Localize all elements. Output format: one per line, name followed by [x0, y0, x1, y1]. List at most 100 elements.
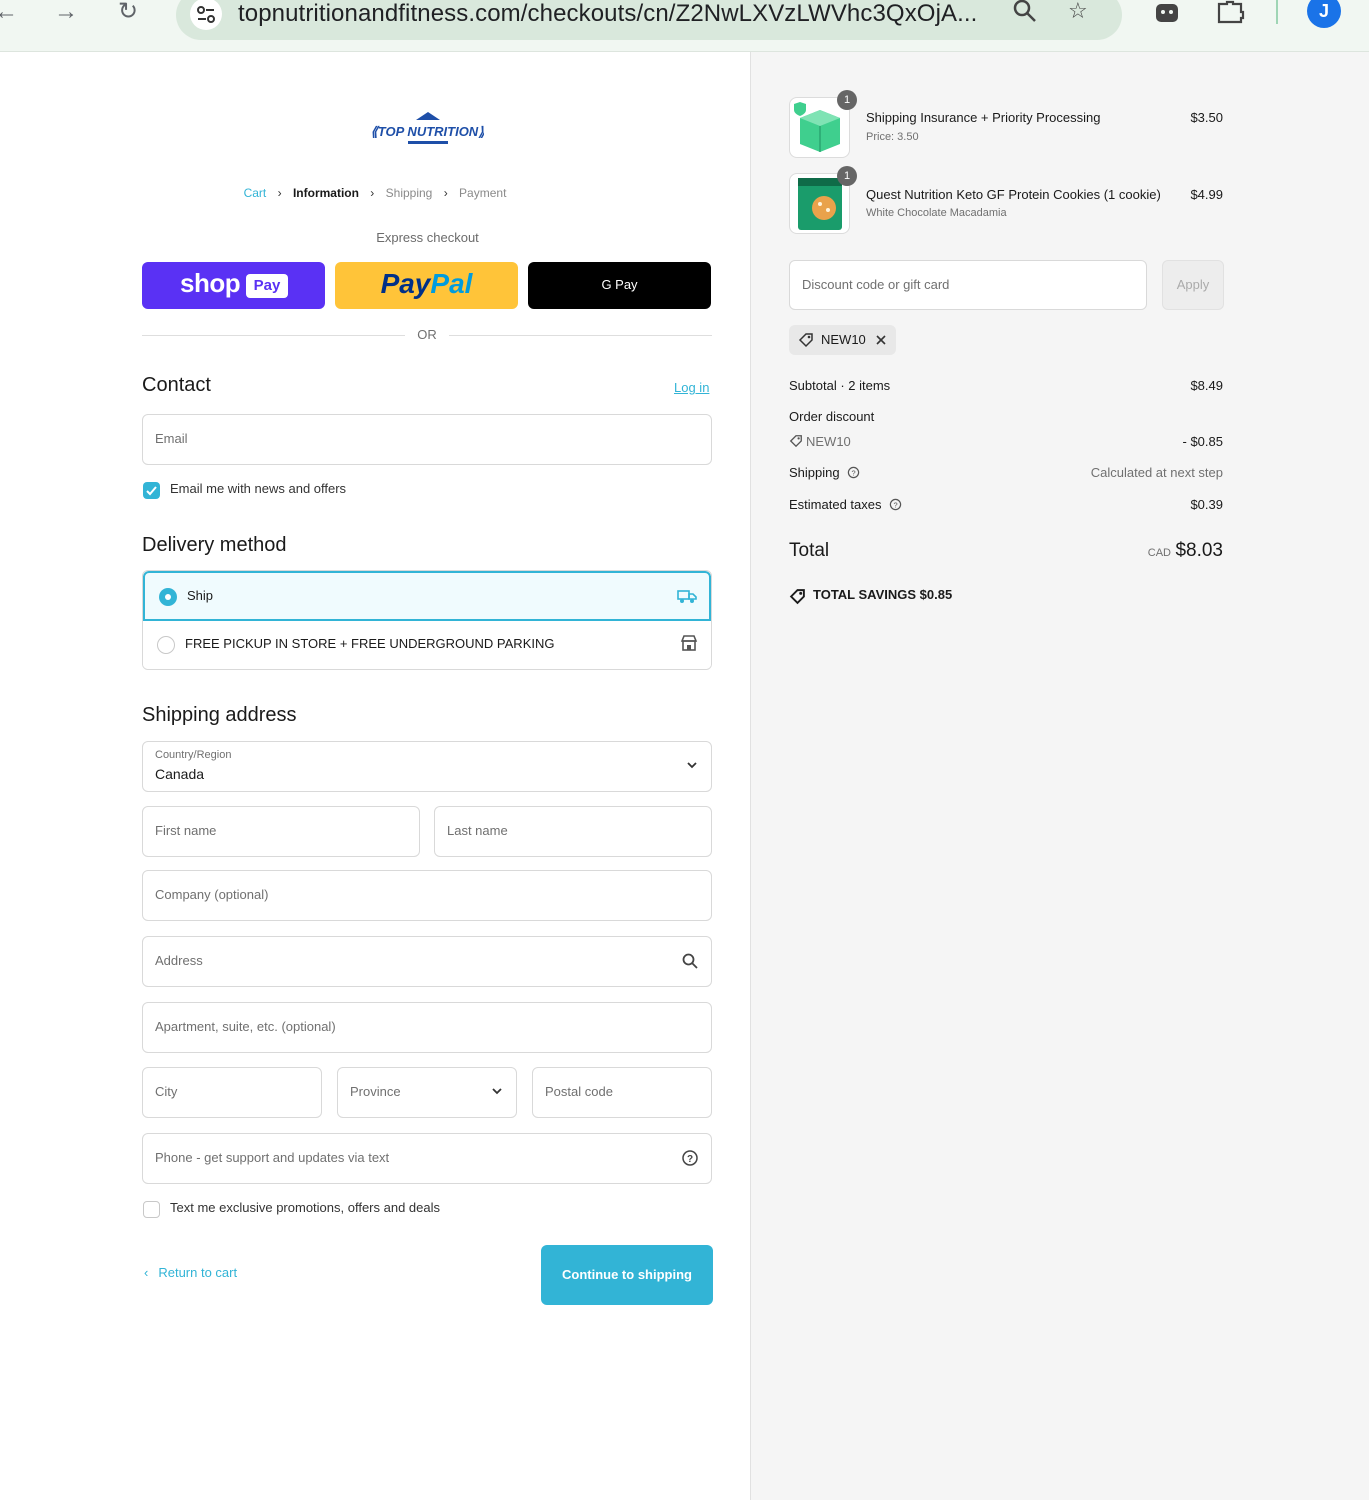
contact-heading: Contact — [142, 374, 211, 396]
puzzle-extensions-icon[interactable] — [1216, 0, 1246, 31]
close-icon[interactable] — [875, 334, 887, 346]
shipping-address-heading: Shipping address — [142, 704, 297, 726]
savings-tag-icon — [789, 589, 805, 605]
province-select[interactable]: Province — [337, 1067, 517, 1118]
discount-code-row: NEW10 — [789, 434, 851, 449]
pickup-radio[interactable] — [157, 636, 175, 654]
google-pay-logo-text: G Pay — [601, 277, 638, 292]
return-to-cart-link[interactable]: ‹ Return to cart — [144, 1265, 237, 1280]
breadcrumb-payment: Payment — [459, 186, 507, 200]
help-circle-icon[interactable]: ? — [889, 498, 902, 511]
paypal-button[interactable]: PayPal — [335, 262, 518, 309]
chevron-left-icon: ‹ — [144, 1265, 149, 1280]
sms-checkbox[interactable] — [143, 1201, 160, 1218]
forward-icon[interactable]: → — [48, 0, 84, 28]
product-name: Shipping Insurance + Priority Processing — [866, 110, 1101, 125]
shop-pay-logo-text: shop — [180, 268, 241, 298]
taxes-value: $0.39 — [1190, 497, 1223, 512]
country-select[interactable]: Country/Region Canada — [142, 741, 712, 792]
store-logo[interactable]: ⟪TOP NUTRITION⟫ — [371, 112, 486, 152]
apartment-field[interactable]: Apartment, suite, etc. (optional) — [142, 1002, 712, 1053]
site-settings-icon[interactable] — [190, 0, 222, 30]
company-placeholder: Company (optional) — [155, 887, 269, 902]
help-circle-icon[interactable]: ? — [681, 1149, 699, 1167]
help-circle-icon[interactable]: ? — [847, 466, 860, 479]
total-savings: TOTAL SAVINGS $0.85 — [813, 587, 953, 602]
applied-code-label: NEW10 — [821, 332, 866, 347]
email-placeholder: Email — [155, 431, 188, 446]
shipping-value: Calculated at next step — [1090, 465, 1223, 480]
profile-avatar[interactable]: J — [1307, 0, 1341, 28]
paypal-logo-text: PayPal — [380, 268, 473, 299]
google-pay-button[interactable]: G Pay — [528, 262, 711, 309]
url-text: topnutritionandfitness.com/checkouts/cn/… — [238, 0, 978, 27]
order-summary-panel: 1 Shipping Insurance + Priority Processi… — [750, 52, 1369, 1500]
order-discount-label: Order discount — [789, 409, 875, 424]
subtotal-label: Subtotal · 2 items — [789, 378, 891, 393]
ship-radio[interactable] — [159, 588, 177, 606]
total-value: $8.03 — [1175, 540, 1223, 561]
search-icon — [682, 953, 698, 969]
extension-icon[interactable] — [1153, 0, 1181, 31]
breadcrumb-information: Information — [292, 186, 359, 200]
apply-discount-button[interactable]: Apply — [1162, 260, 1224, 310]
divider-line — [449, 335, 712, 336]
quantity-badge: 1 — [837, 166, 857, 186]
sms-label: Text me exclusive promotions, offers and… — [170, 1200, 441, 1215]
postal-code-placeholder: Postal code — [545, 1084, 613, 1099]
delivery-options: Ship FREE PICKUP IN STORE + FREE UNDERGR… — [142, 570, 712, 670]
delivery-heading: Delivery method — [142, 534, 287, 556]
zoom-icon[interactable] — [1012, 0, 1038, 30]
delivery-option-pickup[interactable]: FREE PICKUP IN STORE + FREE UNDERGROUND … — [143, 621, 711, 669]
store-icon — [680, 635, 698, 651]
taxes-label: Estimated taxes — [789, 497, 882, 512]
total-currency: CAD — [1147, 547, 1171, 559]
province-placeholder: Province — [350, 1084, 401, 1099]
svg-text:?: ? — [687, 1154, 693, 1165]
shop-pay-button[interactable]: shop Pay — [142, 262, 325, 309]
email-field[interactable]: Email — [142, 414, 712, 465]
product-price: $4.99 — [1190, 187, 1223, 202]
chevron-down-icon — [687, 762, 697, 769]
tag-icon — [789, 435, 802, 448]
first-name-field[interactable]: First name — [142, 806, 420, 857]
checkout-form-panel: ⟪TOP NUTRITION⟫ Cart › Information › Shi… — [0, 52, 750, 1500]
check-icon — [146, 486, 157, 496]
phone-field[interactable]: Phone - get support and updates via text… — [142, 1133, 712, 1184]
breadcrumb-shipping: Shipping — [385, 186, 433, 200]
continue-to-shipping-button[interactable]: Continue to shipping — [541, 1245, 713, 1305]
back-icon[interactable]: ← — [0, 0, 24, 28]
delivery-option-ship[interactable]: Ship — [143, 571, 711, 621]
or-divider-label: OR — [417, 327, 437, 342]
postal-code-field[interactable]: Postal code — [532, 1067, 712, 1118]
company-field[interactable]: Company (optional) — [142, 870, 712, 921]
ship-label: Ship — [187, 588, 214, 603]
last-name-placeholder: Last name — [447, 823, 508, 838]
phone-placeholder: Phone - get support and updates via text — [155, 1150, 390, 1165]
shipping-row-label: Shipping ? — [789, 465, 860, 480]
bookmark-star-icon[interactable]: ☆ — [1068, 0, 1088, 24]
breadcrumb: Cart › Information › Shipping › Payment — [0, 186, 750, 200]
total-label: Total — [789, 540, 830, 561]
product-variant: White Chocolate Macadamia — [866, 207, 1007, 219]
city-field[interactable]: City — [142, 1067, 322, 1118]
city-placeholder: City — [155, 1084, 178, 1099]
last-name-field[interactable]: Last name — [434, 806, 712, 857]
newsletter-checkbox[interactable] — [143, 482, 160, 499]
breadcrumb-cart[interactable]: Cart — [244, 186, 267, 200]
address-field[interactable]: Address — [142, 936, 712, 987]
login-link[interactable]: Log in — [674, 380, 709, 395]
truck-icon — [677, 590, 697, 603]
country-value: Canada — [155, 766, 205, 782]
reload-icon[interactable]: ↻ — [110, 0, 146, 28]
discount-code-field[interactable]: Discount code or gift card — [789, 260, 1147, 310]
subtotal-value: $8.49 — [1190, 378, 1223, 393]
applied-code-chip: NEW10 — [789, 325, 896, 355]
chevron-down-icon — [492, 1088, 502, 1095]
divider-line — [142, 335, 405, 336]
country-label: Country/Region — [155, 749, 232, 761]
address-bar[interactable]: topnutritionandfitness.com/checkouts/cn/… — [176, 0, 1122, 40]
svg-text:?: ? — [852, 468, 856, 477]
svg-text:?: ? — [894, 500, 898, 509]
apartment-placeholder: Apartment, suite, etc. (optional) — [155, 1019, 336, 1034]
